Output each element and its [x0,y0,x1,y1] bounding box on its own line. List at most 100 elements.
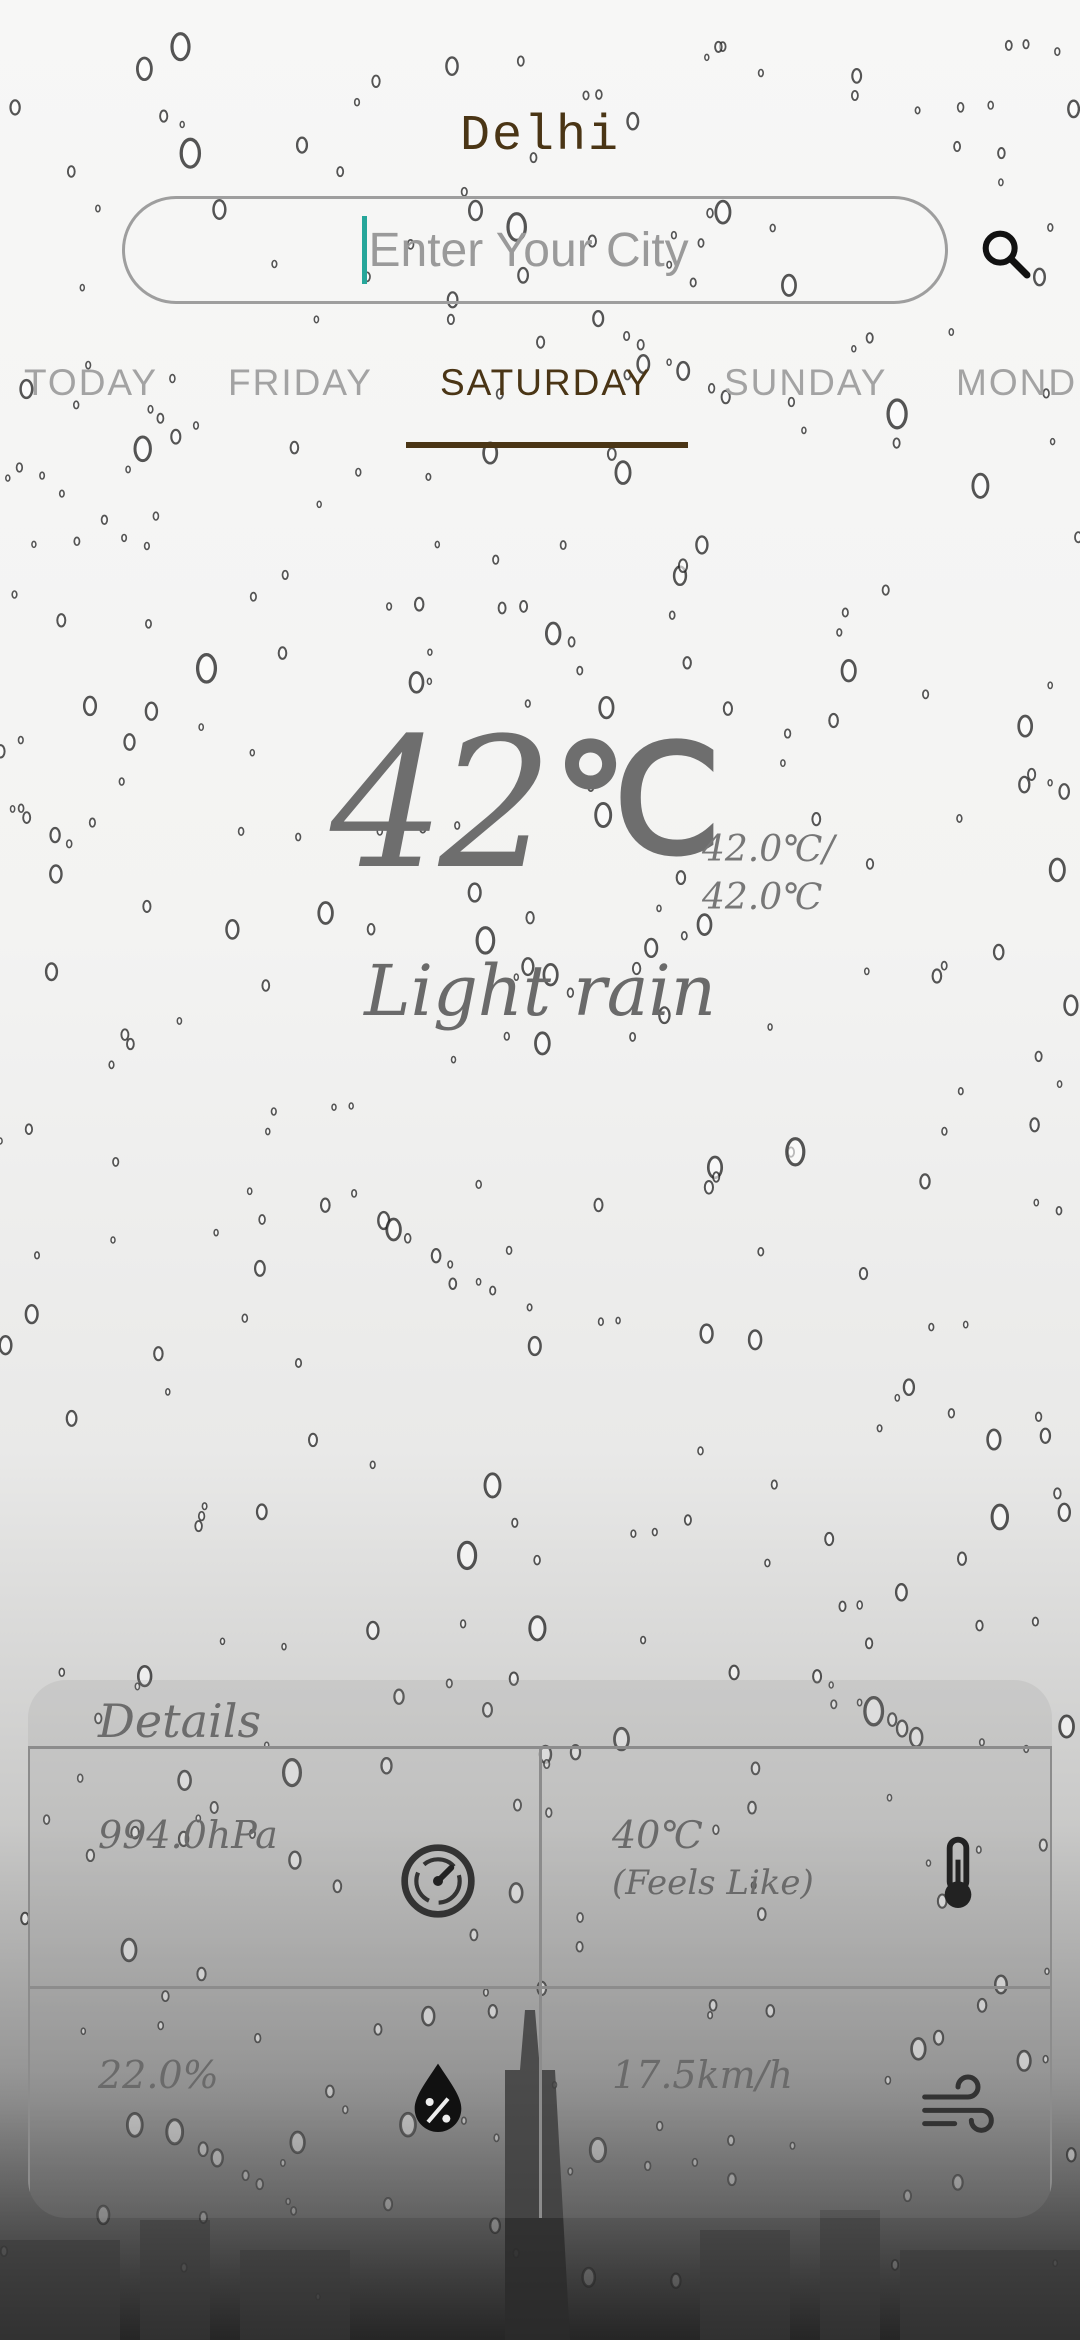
raindrop [728,1664,740,1681]
raindrop [706,1155,724,1180]
raindrop [145,618,152,629]
raindrop [1034,1050,1043,1063]
raindrop [536,335,546,349]
tab-friday[interactable]: FRIDAY [228,362,373,404]
wind-cell: 17.5km/h [542,1989,1052,2218]
raindrop [836,628,843,637]
raindrop [65,839,73,849]
raindrop [331,1103,337,1111]
raindrop [682,656,692,670]
raindrop [703,1180,715,1195]
temperature-min: 42.0℃ [702,877,823,918]
raindrop [865,858,875,870]
raindrop [49,826,61,844]
city-search-field[interactable] [122,196,948,304]
raindrop [17,735,24,745]
raindrop [957,1551,967,1566]
raindrop [890,2259,900,2271]
raindrop [1074,531,1080,544]
raindrop [670,2272,682,2289]
raindrop [990,1503,1009,1531]
raindrop [534,1031,551,1056]
raindrop [838,1600,847,1613]
raindrop [1029,1117,1040,1133]
raindrop [962,1320,969,1329]
raindrop [450,1055,457,1064]
raindrop [125,465,131,474]
raindrop [512,2248,520,2259]
raindrop [785,1137,806,1167]
tab-sunday[interactable]: SUNDAY [724,362,887,404]
raindrop [922,689,930,700]
raindrop [165,1388,171,1396]
gauge-icon [401,1844,475,1918]
raindrop [448,1277,458,1290]
raindrop [593,1197,604,1213]
raindrop [281,569,289,580]
raindrop [237,826,245,837]
raindrop [1053,1487,1062,1500]
raindrop [249,748,256,757]
raindrop [526,1303,533,1312]
raindrop [489,2217,502,2235]
raindrop [614,460,632,485]
raindrop [0,744,6,759]
raindrop [11,590,18,599]
search-icon[interactable] [978,226,1034,282]
feels-like-cell: 40℃ (Feels Like) [542,1749,1052,1989]
raindrop [567,636,576,648]
raindrop [1004,39,1013,51]
raindrop [294,1358,303,1368]
raindrop [118,777,125,786]
city-search-input[interactable] [368,222,709,278]
raindrop [780,759,786,768]
raindrop [413,596,425,612]
raindrop [787,1146,796,1158]
raindrop [88,817,96,828]
raindrop [1065,2147,1077,2163]
raindrop [639,1635,647,1645]
raindrop [636,339,645,351]
raindrop [545,621,562,646]
raindrop [1034,1411,1043,1422]
tab-today[interactable]: TODAY [24,362,158,404]
raindrop [919,1173,931,1190]
details-title: Details [98,1694,262,1748]
details-card: Details 994.0hPa 40℃ (Feels Like) 22.0% … [28,1680,1052,2218]
raindrop [747,1329,763,1351]
raindrop [975,1619,984,1632]
raindrop [1056,1080,1063,1089]
raindrop [597,1317,605,1327]
raindrop [39,471,46,480]
raindrop [135,56,153,82]
raindrop [17,803,25,814]
raindrop [714,40,723,53]
raindrop [430,1248,442,1264]
tab-monday[interactable]: MOND [956,362,1077,404]
raindrop [865,332,874,344]
raindrop [492,554,500,565]
raindrop [475,1277,482,1286]
raindrop [864,1637,874,1650]
raindrop [315,2293,321,2301]
raindrop [355,467,362,477]
humidity-drop-icon [414,2063,462,2132]
raindrop [1047,779,1053,787]
raindrop [408,671,425,694]
raindrop [142,899,152,913]
raindrop [947,1408,956,1419]
raindrop [197,1510,206,1522]
raindrop [1047,223,1054,233]
temperature-value: 42 [330,700,553,909]
raindrop [824,1531,835,1547]
raindrop [516,55,525,67]
raindrop [386,602,393,611]
tab-saturday[interactable]: SATURDAY [440,362,652,404]
raindrop [623,330,631,342]
raindrop [595,89,603,100]
raindrop [840,659,857,683]
weather-app-screen: Delhi TODAY FRIDAY SATURDAY SUNDAY MOND … [0,0,1080,2340]
raindrop [475,1179,483,1189]
raindrop [0,1335,13,1356]
raindrop [986,1428,1002,1451]
